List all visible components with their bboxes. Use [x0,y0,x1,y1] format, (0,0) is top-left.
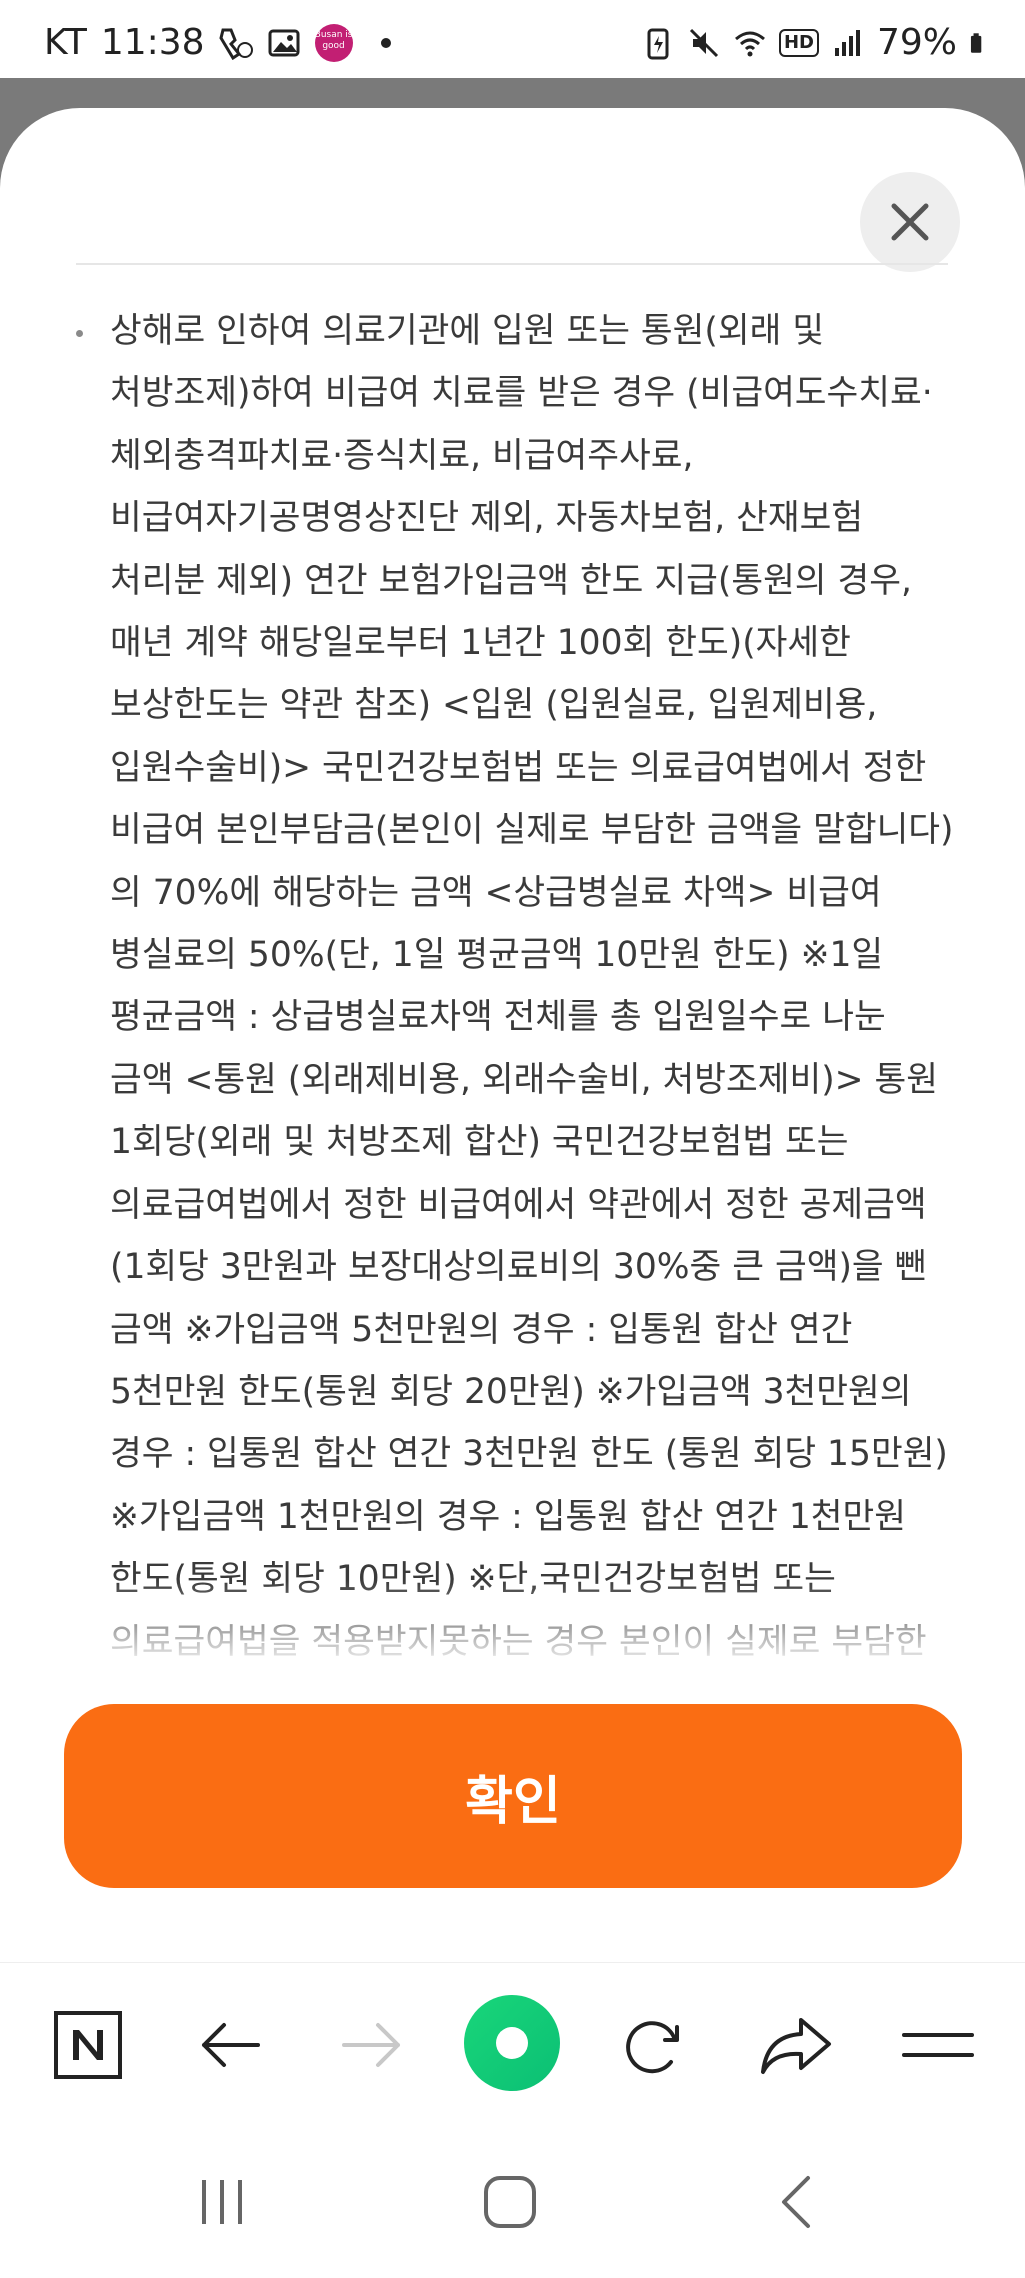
browser-toolbar [0,1962,1025,2133]
green-dot-icon[interactable] [462,1993,562,2093]
terms-scroll-area[interactable]: 상해로 인하여 의료기관에 입원 또는 통원(외래 및 처방조제)하여 비급여 … [76,300,956,1658]
wifi-icon [734,31,765,56]
close-button[interactable] [860,172,960,272]
close-icon [891,203,929,241]
system-nav-bar [0,2132,1025,2278]
gallery-icon [268,29,300,56]
list-bullet [76,330,83,337]
clock: 11:38 [100,22,205,63]
hd-voice-icon: HD [778,28,819,57]
modal-divider [76,263,948,265]
status-right: HD 79% [641,22,991,63]
share-icon[interactable] [756,2005,836,2085]
menu-icon[interactable] [898,2005,978,2085]
status-bar: KT 11:38 Busan is good HD 79% [0,0,1025,78]
call-notification-icon [218,28,253,60]
busan-app-icon: Busan is good [314,23,353,62]
more-notifications-dot [380,37,391,48]
forward-arrow-icon[interactable] [332,2005,412,2085]
battery-icon [970,32,982,53]
terms-text: 상해로 인하여 의료기관에 입원 또는 통원(외래 및 처방조제)하여 비급여 … [110,311,954,1658]
carrier-label: KT [44,22,87,63]
confirm-button[interactable]: 확인 [64,1704,962,1888]
scroll-fade [0,1580,1025,1670]
back-icon[interactable] [758,2162,838,2242]
recent-apps-icon[interactable] [182,2162,262,2242]
home-icon[interactable] [470,2162,550,2242]
status-left: KT 11:38 Busan is good [44,22,391,63]
battery-saver-icon [647,28,669,59]
signal-icon [834,29,860,56]
mute-icon [689,28,719,57]
naver-home-icon[interactable] [48,2005,128,2085]
refresh-icon[interactable] [614,2005,694,2085]
back-arrow-icon[interactable] [190,2005,270,2085]
battery-percent: 79% [876,22,957,63]
